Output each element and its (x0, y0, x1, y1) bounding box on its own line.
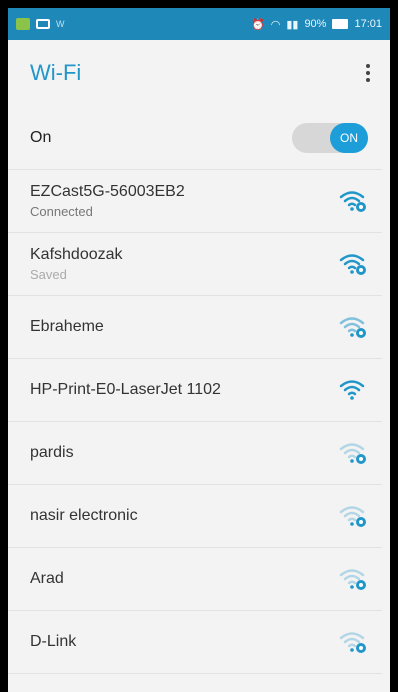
battery-percent: 90% (304, 18, 327, 30)
wifi-status-icon: ◠ (270, 18, 281, 31)
network-status: Connected (30, 204, 93, 219)
wifi-secured-icon (339, 632, 366, 653)
network-text: Arad (30, 570, 64, 588)
wifi-secured-icon (339, 569, 366, 590)
network-row[interactable]: D-Link (8, 611, 382, 674)
page-title: Wi-Fi (30, 60, 82, 85)
wifi-secured-icon (339, 191, 366, 212)
phone-screen: W ⏰ ◠ ▮▮ 90% 17:01 Wi-Fi On ON EZCast5G-… (8, 8, 390, 692)
network-ssid: nasir electronic (30, 507, 138, 524)
network-row[interactable]: Arad (8, 548, 382, 611)
network-text: Kafshdoozak Saved (30, 246, 123, 282)
network-text: HP-Print-E0-LaserJet 1102 (30, 381, 221, 399)
alarm-icon: ⏰ (251, 18, 265, 31)
network-text: Ebraheme (30, 318, 104, 336)
list-bottom-edge (8, 674, 382, 692)
wifi-secured-icon (339, 443, 366, 464)
signal-icon: ▮▮ (286, 18, 299, 31)
wifi-secured-icon (339, 506, 366, 527)
wifi-icon (339, 380, 365, 400)
network-ssid: HP-Print-E0-LaserJet 1102 (30, 381, 221, 398)
network-ssid: D-Link (30, 633, 77, 650)
toggle-knob: ON (330, 122, 368, 153)
network-ssid: Kafshdoozak (30, 246, 123, 263)
network-text: D-Link (30, 633, 76, 651)
overflow-menu-icon[interactable] (360, 58, 376, 88)
network-row[interactable]: pardis (8, 422, 382, 485)
app-notification-icon (16, 18, 30, 30)
network-row[interactable]: nasir electronic (8, 485, 382, 548)
network-ssid: pardis (30, 444, 74, 461)
notification-label: W (56, 19, 65, 29)
network-list: EZCast5G-56003EB2 Connected Kafshdoozak Sav… (8, 170, 390, 674)
network-ssid: Ebraheme (30, 318, 104, 335)
network-row[interactable]: EZCast5G-56003EB2 Connected (8, 170, 382, 233)
network-text: pardis (30, 444, 74, 462)
network-ssid: Arad (30, 570, 64, 587)
network-status: Saved (30, 267, 67, 282)
wifi-secured-icon (339, 254, 366, 275)
status-bar: W ⏰ ◠ ▮▮ 90% 17:01 (8, 8, 390, 40)
wifi-secured-icon (339, 317, 366, 338)
network-row[interactable]: Ebraheme (8, 296, 382, 359)
message-notification-icon (36, 19, 50, 29)
app-header: Wi-Fi (8, 40, 390, 106)
battery-icon (332, 19, 349, 29)
wifi-toggle[interactable]: ON (292, 122, 368, 153)
clock: 17:01 (354, 18, 382, 30)
wifi-master-row[interactable]: On ON (8, 106, 382, 170)
network-row[interactable]: HP-Print-E0-LaserJet 1102 (8, 359, 382, 422)
network-ssid: EZCast5G-56003EB2 (30, 183, 185, 200)
network-row[interactable]: Kafshdoozak Saved (8, 233, 382, 296)
network-text: nasir electronic (30, 507, 138, 525)
wifi-on-label: On (30, 128, 52, 146)
network-text: EZCast5G-56003EB2 Connected (30, 183, 185, 219)
